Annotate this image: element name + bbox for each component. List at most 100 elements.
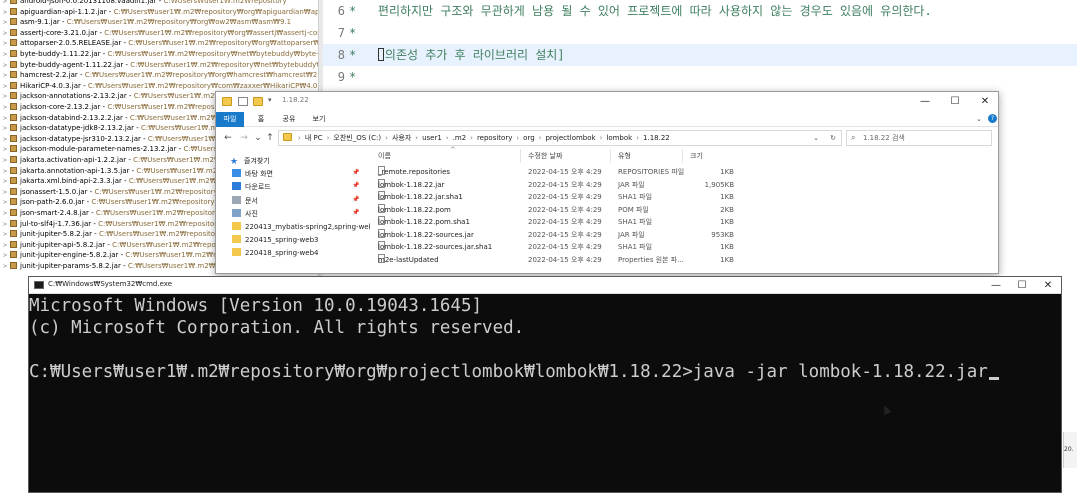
library-item[interactable]: > attoparser-2.0.5.RELEASE.jar - C:₩Users… [0,38,318,49]
column-header-date[interactable]: 수정한 날짜 [528,151,562,161]
cmd-window[interactable]: C:₩Windows₩System32₩cmd.exe — ☐ ✕ Micros… [28,276,1062,493]
maximize-button[interactable]: ☐ [940,92,970,112]
code-line-current[interactable]: 8 * 의존성 추가 후 라이브러리 설치] [323,44,1077,66]
breadcrumb-item[interactable]: user1 [421,131,443,145]
code-line[interactable]: 7 * [323,22,1077,44]
properties-icon[interactable] [238,97,248,106]
file-row[interactable]: lombok-1.18.22.jar.sha1 2022-04-15 오후 4:2… [370,191,998,203]
expand-arrow-icon[interactable]: > [2,60,8,71]
nav-pane-item[interactable]: 사진 [232,207,258,221]
ribbon-expand-icon[interactable]: ⌄ [976,115,982,123]
pin-icon[interactable]: 📌 [352,169,359,176]
library-item[interactable]: > assertj-core-3.21.0.jar - C:₩Users₩user… [0,28,318,39]
nav-pane-item[interactable]: 바탕 화면 [232,167,273,181]
file-row[interactable]: lombok-1.18.22.pom.sha1 2022-04-15 오후 4:2… [370,216,998,228]
expand-arrow-icon[interactable]: > [2,91,8,102]
expand-arrow-icon[interactable]: > [2,197,8,208]
breadcrumb-item[interactable]: repository [476,131,513,145]
expand-arrow-icon[interactable]: > [2,113,8,124]
search-box[interactable]: ⌕ 1.18.22 검색 [846,130,992,146]
tab-share[interactable]: 공유 [276,112,302,127]
expand-arrow-icon[interactable]: > [2,38,8,49]
breadcrumb-item[interactable]: 오찬빈_OS (C:) [332,131,382,145]
file-row[interactable]: m2e-lastUpdated 2022-04-15 오후 4:29 Propert… [370,253,998,266]
breadcrumb-separator-icon[interactable]: › [412,131,421,145]
file-row[interactable]: lombok-1.18.22-sources.jar.sha1 2022-04-1… [370,241,998,253]
file-row[interactable]: lombok-1.18.22-sources.jar 2022-04-15 오후 … [370,228,998,241]
code-line[interactable]: 9 * [323,66,1077,88]
explorer-title-bar[interactable]: ▾ 1.18.22 — ☐ ✕ [216,92,998,112]
cmd-title-bar[interactable]: C:₩Windows₩System32₩cmd.exe — ☐ ✕ [29,277,1061,294]
nav-pane-item[interactable]: 220418_spring-web4 [232,246,318,260]
expand-arrow-icon[interactable]: > [2,261,8,272]
library-item[interactable]: > byte-buddy-1.11.22.jar - C:₩Users₩user1… [0,49,318,60]
back-button[interactable]: ← [222,131,234,145]
expand-arrow-icon[interactable]: > [2,240,8,251]
expand-arrow-icon[interactable]: > [2,250,8,261]
library-item[interactable]: > hamcrest-2.2.jar - C:₩Users₩user1₩.m2₩r… [0,70,318,81]
expand-arrow-icon[interactable]: > [2,166,8,177]
expand-arrow-icon[interactable]: > [2,144,8,155]
column-header-name[interactable]: 이름 [378,151,391,161]
column-divider[interactable] [520,149,521,163]
help-icon[interactable]: ? [988,114,997,123]
library-item[interactable]: > apiguardian-api-1.1.2.jar - C:₩Users₩us… [0,7,318,18]
breadcrumb-separator-icon[interactable]: › [382,131,391,145]
breadcrumb-separator-icon[interactable]: › [633,131,642,145]
expand-arrow-icon[interactable]: > [2,17,8,28]
library-item[interactable]: > asm-9.1.jar - C:₩Users₩user1₩.m2₩reposi… [0,17,318,28]
expand-arrow-icon[interactable]: > [2,134,8,145]
breadcrumb-item[interactable]: .m2 [452,131,468,145]
refresh-icon[interactable]: ↻ [830,131,836,145]
expand-arrow-icon[interactable]: > [2,102,8,113]
expand-arrow-icon[interactable]: > [2,155,8,166]
expand-arrow-icon[interactable]: > [2,28,8,39]
maximize-button[interactable]: ☐ [1009,277,1035,294]
expand-arrow-icon[interactable]: > [2,70,8,81]
new-folder-icon[interactable] [253,97,263,106]
breadcrumb-separator-icon[interactable]: › [443,131,452,145]
column-header-type[interactable]: 유형 [618,151,631,161]
breadcrumb-item[interactable]: 사용자 [391,131,412,145]
breadcrumb-separator-icon[interactable]: › [324,131,333,145]
breadcrumb-separator-icon[interactable]: › [597,131,606,145]
recent-locations-button[interactable]: ⌄ [252,131,264,145]
file-row[interactable]: lombok-1.18.22.pom 2022-04-15 오후 4:29 POM … [370,203,998,216]
nav-pane-item[interactable]: 다운로드 [232,180,271,194]
column-divider[interactable] [610,149,611,163]
nav-pane-item[interactable]: ★ 즐겨찾기 [230,154,270,168]
tab-file[interactable]: 파일 [216,112,244,127]
nav-pane-item[interactable]: 문서 [232,194,258,208]
breadcrumb-item[interactable]: 내 PC [304,131,324,145]
breadcrumb-item[interactable]: org [522,131,535,145]
breadcrumb-item[interactable]: lombok [605,131,633,145]
pin-icon[interactable]: 📌 [352,182,359,189]
expand-arrow-icon[interactable]: > [2,229,8,240]
expand-arrow-icon[interactable]: > [2,49,8,60]
tab-view[interactable]: 보기 [306,112,332,127]
expand-arrow-icon[interactable]: > [2,176,8,187]
address-bar[interactable]: › 내 PC › 오찬빈_OS (C:) › 사용자 › user1 › .m2 › reposito… [278,130,842,146]
nav-pane-item[interactable]: 220415_spring-web3 [232,233,318,247]
expand-arrow-icon[interactable]: > [2,81,8,92]
expand-arrow-icon[interactable]: > [2,123,8,134]
pin-icon[interactable]: 📌 [352,209,359,216]
pin-icon[interactable]: 📌 [352,196,359,203]
quick-access-dropdown-icon[interactable]: ▾ [268,96,272,104]
expand-arrow-icon[interactable]: > [2,187,8,198]
breadcrumb-item[interactable]: projectlombok [544,131,596,145]
close-button[interactable]: ✕ [970,92,998,112]
code-line[interactable]: 6 * 편리하지만 구조와 무관하게 남용 될 수 있어 프로젝트에 따라 사용하… [323,0,1077,22]
expand-arrow-icon[interactable]: > [2,219,8,230]
column-header-size[interactable]: 크기 [690,151,703,161]
minimize-button[interactable]: — [983,277,1009,294]
tab-home[interactable]: 홈 [250,112,272,127]
forward-button[interactable]: → [238,131,250,145]
minimize-button[interactable]: — [910,92,940,112]
breadcrumb-separator-icon[interactable]: › [295,131,304,145]
console-prompt-line[interactable]: C:₩Users₩user1₩.m2₩repository₩org₩projec… [29,361,999,383]
nav-pane-item[interactable]: 220413_mybatis-spring2,spring-web [232,220,370,234]
column-divider[interactable] [682,149,683,163]
expand-arrow-icon[interactable]: > [2,208,8,219]
address-dropdown-icon[interactable]: ⌄ [813,131,819,145]
